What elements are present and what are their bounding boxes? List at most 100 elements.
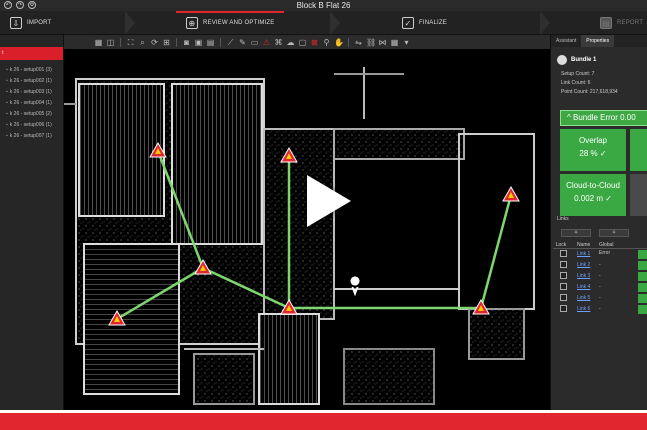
lock-checkbox[interactable] [559, 250, 567, 258]
col-lock: Lock [555, 242, 567, 248]
overlap-label: Overlap [578, 136, 607, 145]
link-name[interactable]: Link 6 [569, 304, 591, 315]
measure-icon[interactable]: ⟋ [226, 38, 235, 47]
table-row[interactable]: Link 2 - [553, 260, 647, 271]
toolbar-divider [120, 37, 121, 47]
overlap-tile[interactable]: Overlap 28 % ✓ [560, 129, 626, 171]
bundle-error-button[interactable]: ^ Bundle Error 0.00 [560, 110, 647, 126]
table-row[interactable]: Link 5 - [553, 293, 647, 304]
play-icon[interactable] [307, 175, 351, 227]
point-cloud-viewport[interactable] [64, 49, 550, 410]
remove-link-button[interactable]: ⚘ [599, 229, 629, 237]
link-name[interactable]: Link 5 [569, 293, 591, 304]
image-frame-icon[interactable]: ▢ [298, 38, 307, 47]
toolbar-divider [176, 37, 177, 47]
step-import[interactable]: ⇩ IMPORT [10, 11, 51, 35]
left-panel: t k 26 - setup001 (3) k 26 - setup002 (1… [0, 35, 64, 410]
lock-checkbox[interactable] [559, 261, 567, 269]
location-pin-icon [350, 276, 360, 297]
target-tile[interactable]: Ta [630, 174, 647, 216]
link-name[interactable]: Link 3 [569, 271, 591, 282]
link-line [479, 194, 513, 309]
lock-checkbox[interactable] [559, 272, 567, 280]
tree-item-setup[interactable]: k 26 - setup006 (1) [0, 120, 63, 131]
review-icon: ⊕ [186, 17, 198, 29]
cloud-icon[interactable]: ☁ [286, 38, 295, 47]
tree-item-setup[interactable]: k 26 - setup004 (1) [0, 98, 63, 109]
cloud-to-cloud-tile[interactable]: Cloud-to-Cloud 0.002 m ✓ [560, 174, 626, 216]
step-review-label: REVIEW AND OPTIMIZE [203, 20, 275, 26]
target-label: Ta [630, 181, 647, 190]
hand-icon[interactable]: ✋ [334, 38, 344, 47]
step-report[interactable]: ▤ REPORT [600, 11, 643, 35]
step-divider [125, 11, 135, 35]
error-indicator [638, 250, 647, 259]
properties-panel: Assistant Properties Bundle 1 Setup Coun… [550, 35, 647, 410]
error-indicator [638, 261, 647, 270]
zoom-icon[interactable]: ⌕ [138, 38, 147, 47]
table-icon[interactable]: ▦ [390, 38, 399, 47]
lock-checkbox[interactable] [559, 294, 567, 302]
setup-marker [502, 185, 520, 202]
links-table: Lock Name Global Error Link 1 - Link 2 -… [553, 241, 647, 315]
link-name[interactable]: Link 1 [569, 249, 591, 260]
toolbar-divider [348, 37, 349, 47]
eraser-icon[interactable]: ▭ [250, 38, 259, 47]
link-error: - [599, 273, 601, 279]
error-indicator [638, 305, 647, 314]
link-error: - [599, 295, 601, 301]
add-link-button[interactable]: ⚘ [561, 229, 591, 237]
cloud-to-cloud-value: 0.002 m ✓ [574, 194, 612, 203]
fit-icon[interactable]: ⛶ [126, 38, 135, 47]
table-row[interactable]: Link 6 - [553, 304, 647, 315]
link-icon[interactable]: ⛓ [366, 38, 376, 47]
step-divider [540, 11, 550, 35]
lock-checkbox[interactable] [559, 283, 567, 291]
error-indicator [638, 272, 647, 281]
link-error: - [599, 284, 601, 290]
link-name[interactable]: Link 4 [569, 282, 591, 293]
finalize-icon: ✓ [402, 17, 414, 29]
view-3d-icon[interactable]: ◫ [106, 38, 115, 47]
merge-icon[interactable]: ⋈ [378, 38, 387, 47]
target-icon[interactable]: ⊠ [310, 38, 319, 47]
bundle-icon [557, 55, 567, 65]
pin-icon[interactable]: ⚲ [322, 38, 331, 47]
dropdown-icon[interactable]: ▾ [402, 38, 411, 47]
links-toolbar: ⚘ ⚘ [561, 229, 629, 237]
tag-icon[interactable]: ⌘ [274, 38, 283, 47]
import-icon: ⇩ [10, 17, 22, 29]
point-cloud-canvas [64, 67, 535, 405]
pencil-icon[interactable]: ✎ [238, 38, 247, 47]
tree-item-setup[interactable]: k 26 - setup003 (1) [0, 87, 63, 98]
table-row[interactable]: Link 3 - [553, 271, 647, 282]
step-finalize[interactable]: ✓ FINALIZE [402, 11, 447, 35]
tree-item-setup[interactable]: k 26 - setup007 (1) [0, 131, 63, 142]
panel-tabs: Assistant Properties [551, 35, 647, 47]
link-name[interactable]: Link 2 [569, 260, 591, 271]
col-global-error: Global Error [599, 242, 614, 256]
tab-assistant[interactable]: Assistant [551, 35, 581, 47]
bundle-tree-header[interactable]: t [0, 47, 63, 60]
step-review[interactable]: ⊕ REVIEW AND OPTIMIZE [175, 11, 286, 35]
camera-icon[interactable]: ◙ [182, 38, 191, 47]
registration-app: ↶ ↷ ⚙ Block B Flat 26 ⇩ IMPORT ⊕ REVIEW … [0, 0, 647, 430]
split-icon[interactable]: ⇋ [354, 38, 363, 47]
lock-checkbox[interactable] [559, 305, 567, 313]
workflow-bar: ⇩ IMPORT ⊕ REVIEW AND OPTIMIZE ✓ FINALIZ… [0, 11, 647, 35]
table-row[interactable]: Link 4 - [553, 282, 647, 293]
table-row[interactable]: Link 1 - [553, 249, 647, 260]
layers-icon[interactable]: ▤ [206, 38, 215, 47]
grid-icon[interactable]: ⊞ [162, 38, 171, 47]
rotate-icon[interactable]: ⟳ [150, 38, 159, 47]
stat-tile[interactable]: 6 [630, 129, 647, 171]
image-icon[interactable]: ▣ [194, 38, 203, 47]
warning-icon[interactable]: ⚠ [262, 38, 271, 47]
tree-item-setup[interactable]: k 26 - setup001 (3) [0, 65, 63, 76]
step-divider [330, 11, 340, 35]
tab-properties[interactable]: Properties [581, 35, 615, 47]
view-2d-icon[interactable]: ▦ [94, 38, 103, 47]
tree-item-setup[interactable]: k 26 - setup002 (1) [0, 76, 63, 87]
tree-item-setup[interactable]: k 26 - setup005 (2) [0, 109, 63, 120]
window-title: Block B Flat 26 [296, 1, 351, 10]
